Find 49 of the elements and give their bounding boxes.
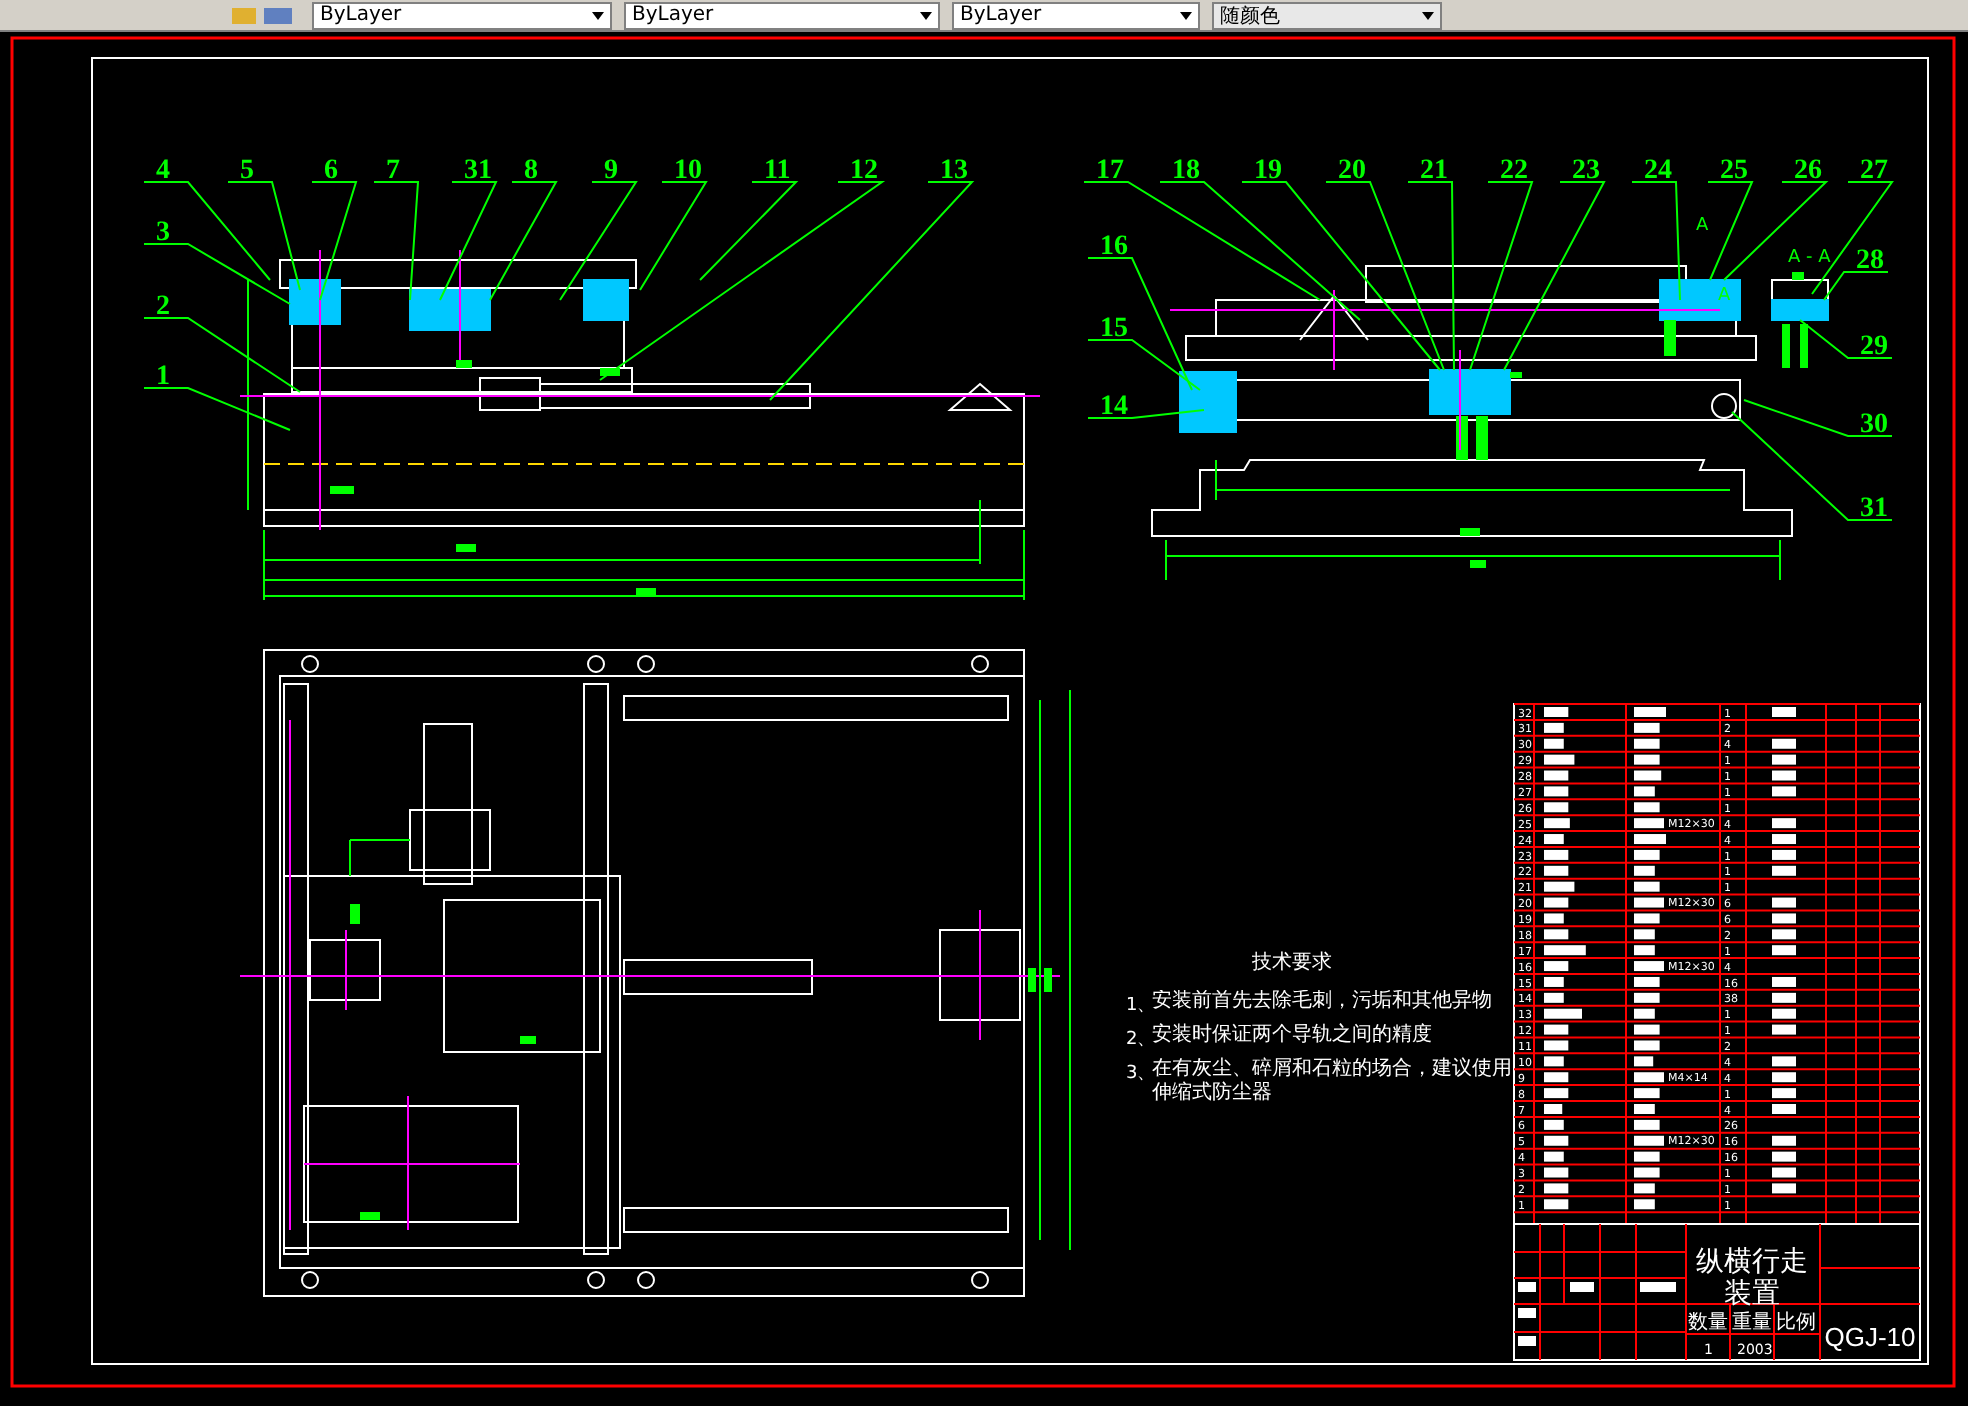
callout-number: 29 bbox=[1860, 332, 1888, 362]
callout-number: 20 bbox=[1338, 156, 1366, 186]
title-block-label: 数量 bbox=[1688, 1312, 1728, 1334]
callout-number: 27 bbox=[1860, 156, 1888, 186]
callout-number: 17 bbox=[1096, 156, 1124, 186]
drawing-title: 纵横行走 bbox=[1696, 1246, 1808, 1278]
property-dropdown[interactable]: ByLayer bbox=[952, 1, 1200, 29]
callout-number: 31 bbox=[464, 156, 492, 186]
requirement-text: 在有灰尘、碎屑和石粒的场合，建议使用伸缩式防尘器 bbox=[1152, 1058, 1514, 1106]
title-block-label: 比例 bbox=[1776, 1312, 1816, 1334]
callout-number: 24 bbox=[1644, 156, 1672, 186]
requirement-text: 安装时保证两个导轨之间的精度 bbox=[1152, 1024, 1434, 1048]
callout-number: 23 bbox=[1572, 156, 1600, 186]
drawing-title: 装置 bbox=[1724, 1278, 1780, 1310]
callout-number: 15 bbox=[1100, 314, 1128, 344]
callout-number: 31 bbox=[1860, 494, 1888, 524]
section-mark: A bbox=[1696, 216, 1709, 236]
callout-number: 11 bbox=[764, 156, 791, 186]
callout-number: 25 bbox=[1720, 156, 1748, 186]
callout-number: 13 bbox=[940, 156, 968, 186]
callout-number: 3 bbox=[156, 218, 170, 248]
callout-number: 6 bbox=[324, 156, 338, 186]
requirement-number: 3、 bbox=[1126, 1064, 1156, 1084]
callout-number: 7 bbox=[386, 156, 400, 186]
requirements-title: 技术要求 bbox=[1252, 952, 1332, 974]
callout-number: 9 bbox=[604, 156, 618, 186]
drawing-number: QGJ-10 bbox=[1824, 1322, 1916, 1352]
callout-number: 4 bbox=[156, 156, 170, 186]
callout-number: 14 bbox=[1100, 392, 1128, 422]
title-block-label: 重量 bbox=[1732, 1312, 1772, 1334]
callout-number: 8 bbox=[524, 156, 538, 186]
callout-number: 26 bbox=[1794, 156, 1822, 186]
property-dropdown[interactable]: 随颜色 bbox=[1212, 1, 1442, 29]
callout-number: 12 bbox=[850, 156, 878, 186]
callout-number: 1 bbox=[156, 362, 170, 392]
section-mark: A bbox=[1718, 286, 1731, 306]
callout-number: 19 bbox=[1254, 156, 1282, 186]
section-mark: A - A bbox=[1788, 248, 1831, 268]
callout-number: 5 bbox=[240, 156, 254, 186]
callout-number: 21 bbox=[1420, 156, 1448, 186]
callout-number: 2 bbox=[156, 292, 170, 322]
callout-number: 28 bbox=[1856, 246, 1884, 276]
callout-number: 22 bbox=[1500, 156, 1528, 186]
callout-number: 18 bbox=[1172, 156, 1200, 186]
property-dropdown[interactable]: ByLayer bbox=[624, 1, 940, 29]
callout-number: 10 bbox=[674, 156, 702, 186]
callout-number: 16 bbox=[1100, 232, 1128, 262]
property-dropdown[interactable]: ByLayer bbox=[312, 1, 612, 29]
callout-number: 30 bbox=[1860, 410, 1888, 440]
